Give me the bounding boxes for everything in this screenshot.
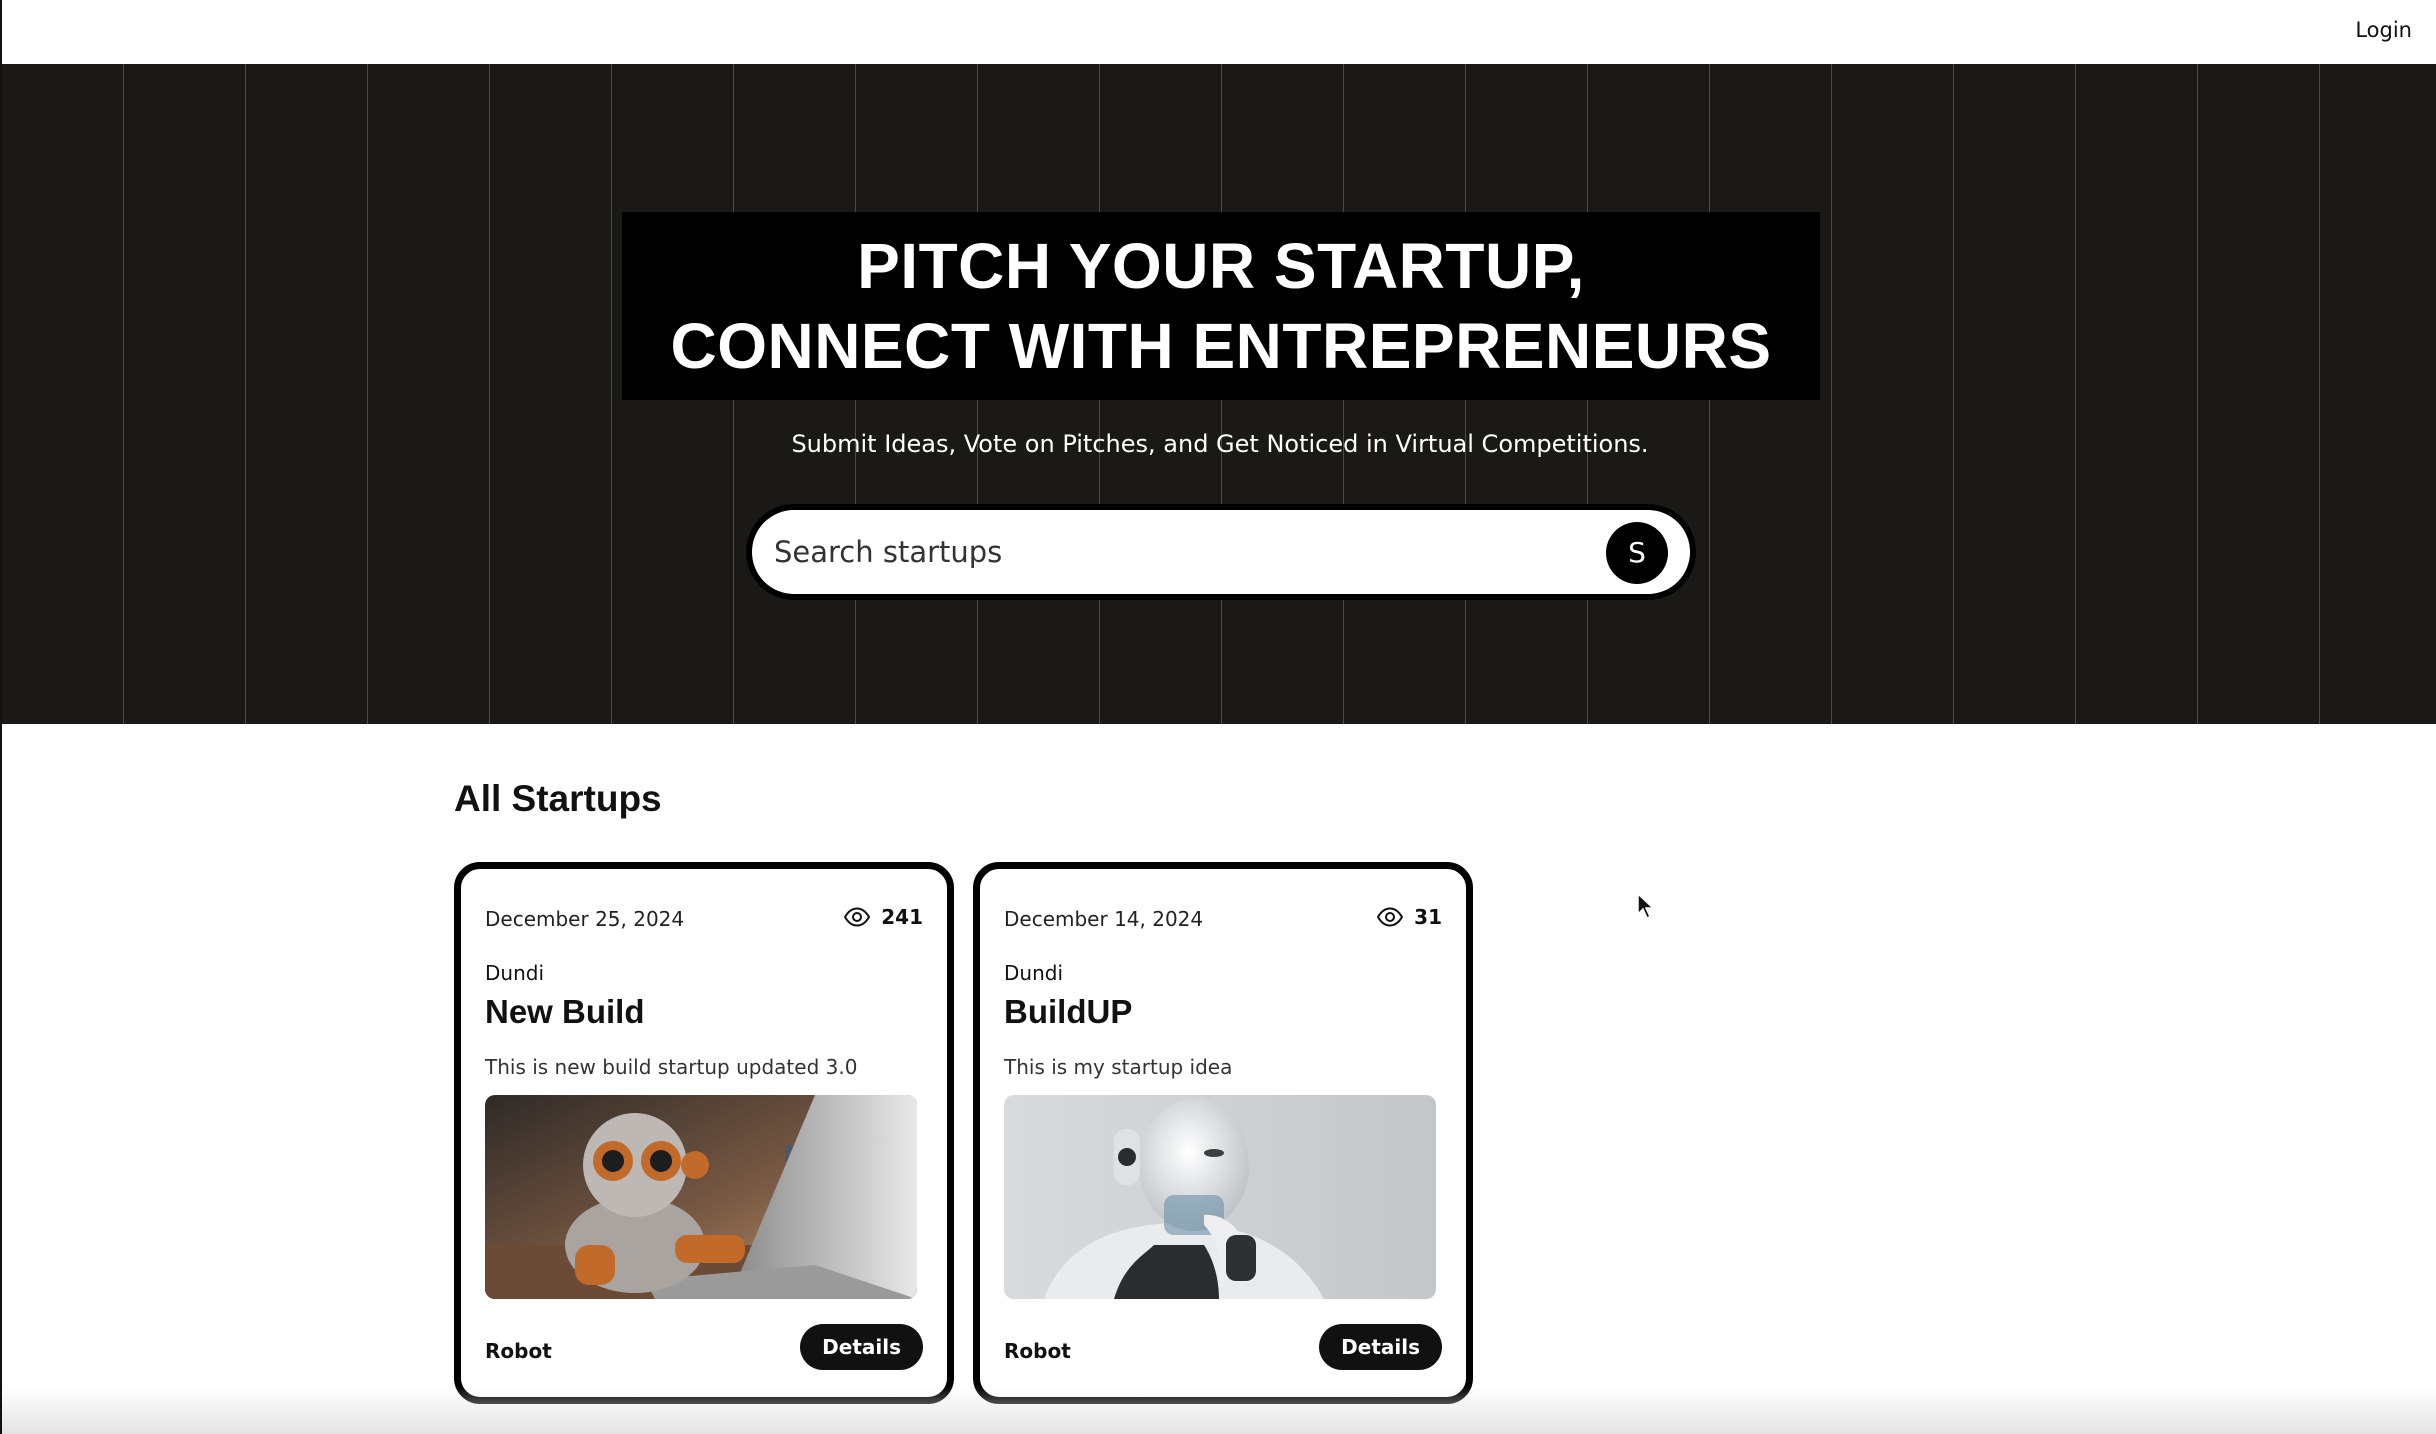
eye-icon (844, 907, 871, 927)
startup-card: December 14, 2024 31 Dundi BuildUP This … (973, 862, 1473, 1404)
startup-card: December 25, 2024 241 Dundi New Build Th… (454, 862, 954, 1404)
headline-line-2: CONNECT WITH ENTREPRENEURS (670, 310, 1772, 382)
search-input[interactable] (774, 528, 1554, 576)
login-link[interactable]: Login (2355, 18, 2412, 42)
card-description: This is my startup idea (1004, 1055, 1233, 1079)
card-title[interactable]: BuildUP (1004, 993, 1132, 1031)
eye-icon (1377, 907, 1404, 927)
hero-section: PITCH YOUR STARTUP, CONNECT WITH ENTREPR… (2, 64, 2436, 724)
humanoid-robot-image[interactable] (1004, 1095, 1436, 1299)
views-count: 241 (881, 905, 923, 929)
page: Login PITCH YOUR STARTUP, CONNECT WITH E… (0, 0, 2436, 1434)
card-date: December 25, 2024 (485, 907, 685, 931)
details-button[interactable]: Details (1319, 1324, 1442, 1370)
search-bar: S (746, 504, 1696, 600)
navbar: Login (2, 0, 2436, 64)
card-description: This is new build startup updated 3.0 (485, 1055, 858, 1079)
card-title[interactable]: New Build (485, 993, 645, 1031)
card-author[interactable]: Dundi (1004, 961, 1063, 985)
section-title: All Startups (454, 778, 662, 819)
hero-headline: PITCH YOUR STARTUP, CONNECT WITH ENTREPR… (622, 212, 1820, 400)
details-button[interactable]: Details (800, 1324, 923, 1370)
views-count: 31 (1414, 905, 1442, 929)
mouse-cursor-icon (1637, 892, 1655, 920)
headline-line-1: PITCH YOUR STARTUP, (857, 230, 1585, 302)
card-views: 31 (1376, 905, 1442, 929)
robot-with-laptop-image[interactable] (485, 1095, 917, 1299)
search-button[interactable]: S (1606, 522, 1668, 584)
card-date: December 14, 2024 (1004, 907, 1204, 931)
card-views: 241 (843, 905, 923, 929)
card-category[interactable]: Robot (1004, 1339, 1071, 1363)
card-category[interactable]: Robot (485, 1339, 552, 1363)
card-author[interactable]: Dundi (485, 961, 544, 985)
hero-subtitle: Submit Ideas, Vote on Pitches, and Get N… (791, 430, 1649, 458)
